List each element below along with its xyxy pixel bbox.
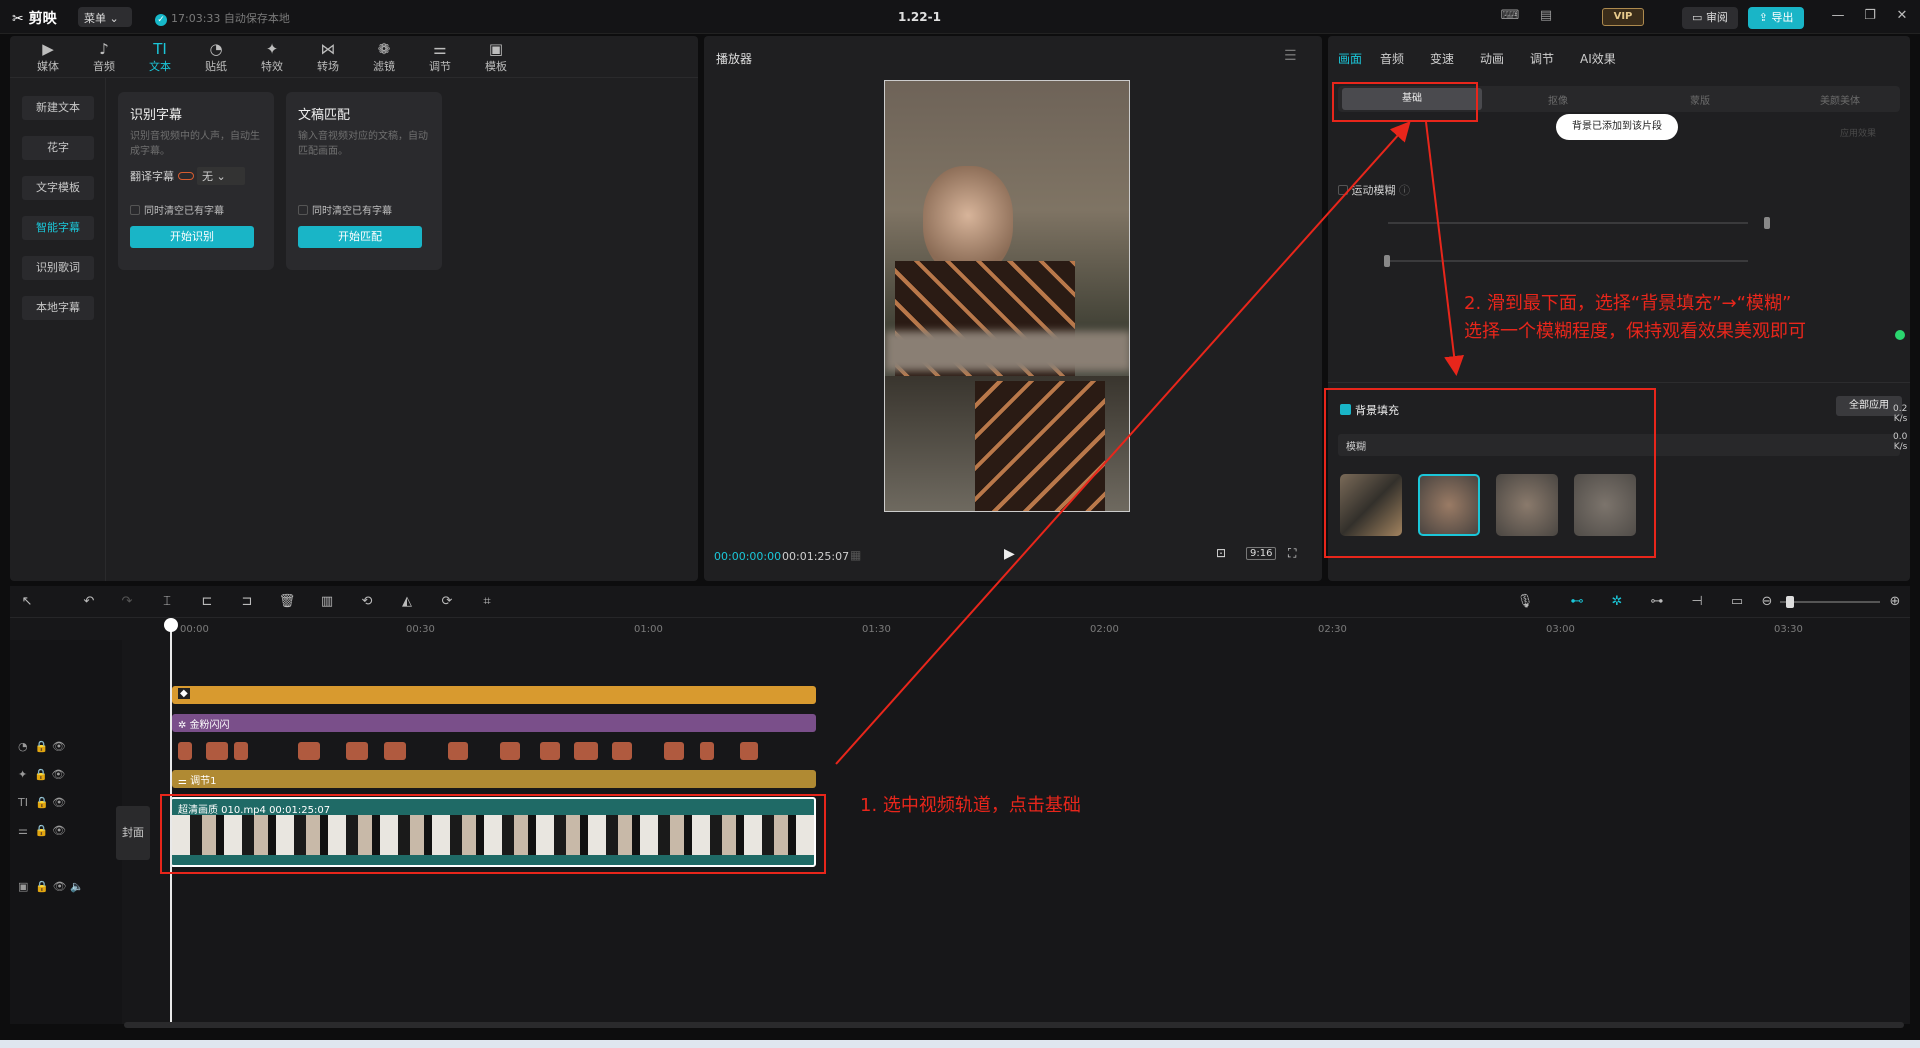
annotation-arrows (835, 121, 1465, 765)
annotation-arrow-to-bg-fill (1425, 121, 1465, 376)
annotation-arrow-to-basic (835, 121, 1411, 765)
os-taskbar (0, 1040, 1920, 1048)
